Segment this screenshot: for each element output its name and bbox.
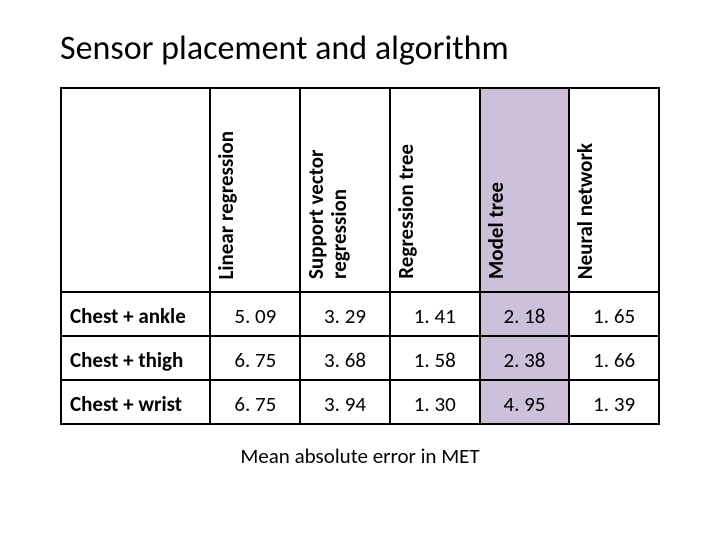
header-label: Model tree: [485, 182, 508, 279]
cell: 3. 29: [300, 292, 390, 336]
cell: 3. 68: [300, 336, 390, 380]
header-linear-regression: Linear regression: [210, 88, 300, 292]
cell: 6. 75: [210, 380, 300, 424]
header-neural-network: Neural network: [569, 88, 659, 292]
slide-title: Sensor placement and algorithm: [60, 28, 680, 69]
cell: 2. 18: [480, 292, 570, 336]
results-table: Linear regression Support vector regress…: [60, 87, 660, 425]
slide: Sensor placement and algorithm Linear re…: [0, 0, 720, 540]
cell: 5. 09: [210, 292, 300, 336]
cell: 1. 66: [569, 336, 659, 380]
header-label: Linear regression: [215, 131, 238, 280]
cell: 2. 38: [480, 336, 570, 380]
header-label: Regression tree: [395, 144, 418, 279]
header-blank: [61, 88, 210, 292]
header-model-tree: Model tree: [480, 88, 570, 292]
header-label: Support vector regression: [305, 95, 351, 279]
cell: 6. 75: [210, 336, 300, 380]
header-regression-tree: Regression tree: [390, 88, 480, 292]
header-support-vector-regression: Support vector regression: [300, 88, 390, 292]
cell: 1. 41: [390, 292, 480, 336]
table-header-row: Linear regression Support vector regress…: [61, 88, 659, 292]
cell: 4. 95: [480, 380, 570, 424]
table-caption: Mean absolute error in MET: [40, 443, 680, 469]
cell: 1. 65: [569, 292, 659, 336]
table-row: Chest + wrist 6. 75 3. 94 1. 30 4. 95 1.…: [61, 380, 659, 424]
cell: 1. 30: [390, 380, 480, 424]
cell: 1. 58: [390, 336, 480, 380]
cell: 3. 94: [300, 380, 390, 424]
row-label: Chest + ankle: [61, 292, 210, 336]
row-label: Chest + wrist: [61, 380, 210, 424]
table-row: Chest + ankle 5. 09 3. 29 1. 41 2. 18 1.…: [61, 292, 659, 336]
cell: 1. 39: [569, 380, 659, 424]
table-row: Chest + thigh 6. 75 3. 68 1. 58 2. 38 1.…: [61, 336, 659, 380]
row-label: Chest + thigh: [61, 336, 210, 380]
header-label: Neural network: [574, 143, 597, 279]
